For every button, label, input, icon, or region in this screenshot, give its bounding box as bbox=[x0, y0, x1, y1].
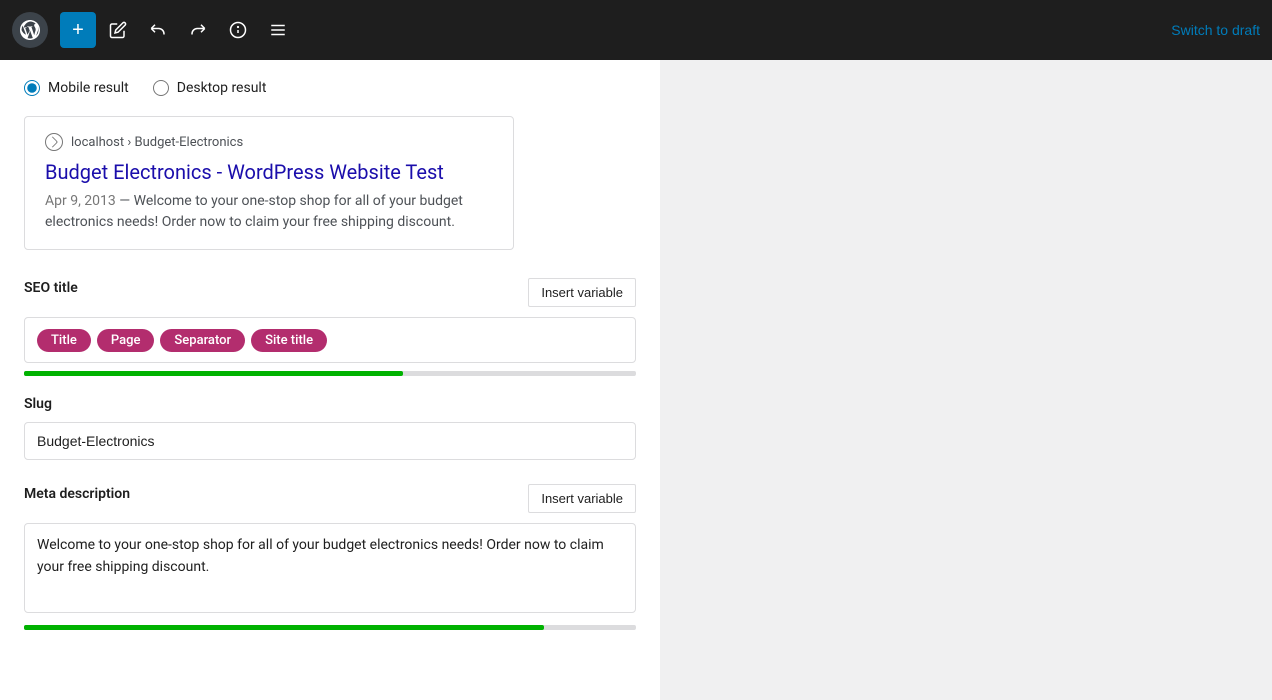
undo-button[interactable] bbox=[140, 12, 176, 48]
search-date-separator: — bbox=[119, 193, 133, 209]
search-result-title[interactable]: Budget Electronics - WordPress Website T… bbox=[45, 159, 493, 185]
meta-description-label: Meta description bbox=[24, 486, 130, 502]
edit-button[interactable] bbox=[100, 12, 136, 48]
seo-title-field[interactable]: Title Page Separator Site title bbox=[24, 317, 636, 363]
wp-logo-icon[interactable] bbox=[12, 12, 48, 48]
info-button[interactable] bbox=[220, 12, 256, 48]
meta-description-progress-bar-fill bbox=[24, 625, 544, 630]
switch-to-draft-button[interactable]: Switch to draft bbox=[1171, 22, 1260, 38]
search-url-row: localhost › Budget-Electronics bbox=[45, 133, 493, 151]
desktop-result-label: Desktop result bbox=[177, 80, 267, 96]
search-url-text: localhost › Budget-Electronics bbox=[71, 135, 243, 150]
main-content: Mobile result Desktop result localhost ›… bbox=[0, 60, 1272, 700]
globe-icon bbox=[45, 133, 63, 151]
meta-description-insert-variable-button[interactable]: Insert variable bbox=[528, 484, 636, 513]
meta-description-header: Meta description Insert variable bbox=[24, 484, 636, 513]
seo-title-header: SEO title Insert variable bbox=[24, 278, 636, 307]
slug-section: Slug bbox=[24, 396, 636, 460]
seo-tag-title[interactable]: Title bbox=[37, 329, 91, 352]
meta-description-textarea[interactable]: Welcome to your one-stop shop for all of… bbox=[24, 523, 636, 613]
desktop-result-radio[interactable] bbox=[153, 80, 169, 96]
redo-button[interactable] bbox=[180, 12, 216, 48]
search-date: Apr 9, 2013 bbox=[45, 193, 116, 209]
seo-title-label: SEO title bbox=[24, 280, 78, 296]
list-view-button[interactable] bbox=[260, 12, 296, 48]
seo-tag-page[interactable]: Page bbox=[97, 329, 155, 352]
add-block-button[interactable]: + bbox=[60, 12, 96, 48]
mobile-result-label: Mobile result bbox=[48, 80, 129, 96]
seo-tag-separator[interactable]: Separator bbox=[160, 329, 245, 352]
mobile-result-option[interactable]: Mobile result bbox=[24, 80, 129, 96]
seo-title-progress-bar-fill bbox=[24, 371, 403, 376]
right-sidebar bbox=[660, 60, 1272, 700]
mobile-result-radio[interactable] bbox=[24, 80, 40, 96]
slug-label: Slug bbox=[24, 396, 636, 412]
meta-description-progress-bar-container bbox=[24, 625, 636, 630]
seo-tag-site-title[interactable]: Site title bbox=[251, 329, 327, 352]
seo-title-insert-variable-button[interactable]: Insert variable bbox=[528, 278, 636, 307]
content-area: Mobile result Desktop result localhost ›… bbox=[0, 60, 660, 700]
search-result-description: Apr 9, 2013 — Welcome to your one-stop s… bbox=[45, 191, 493, 233]
slug-input[interactable] bbox=[24, 422, 636, 460]
preview-type-row: Mobile result Desktop result bbox=[24, 80, 636, 96]
desktop-result-option[interactable]: Desktop result bbox=[153, 80, 267, 96]
search-preview-card: localhost › Budget-Electronics Budget El… bbox=[24, 116, 514, 250]
toolbar: + Switch to draft bbox=[0, 0, 1272, 60]
seo-title-progress-bar-container bbox=[24, 371, 636, 376]
